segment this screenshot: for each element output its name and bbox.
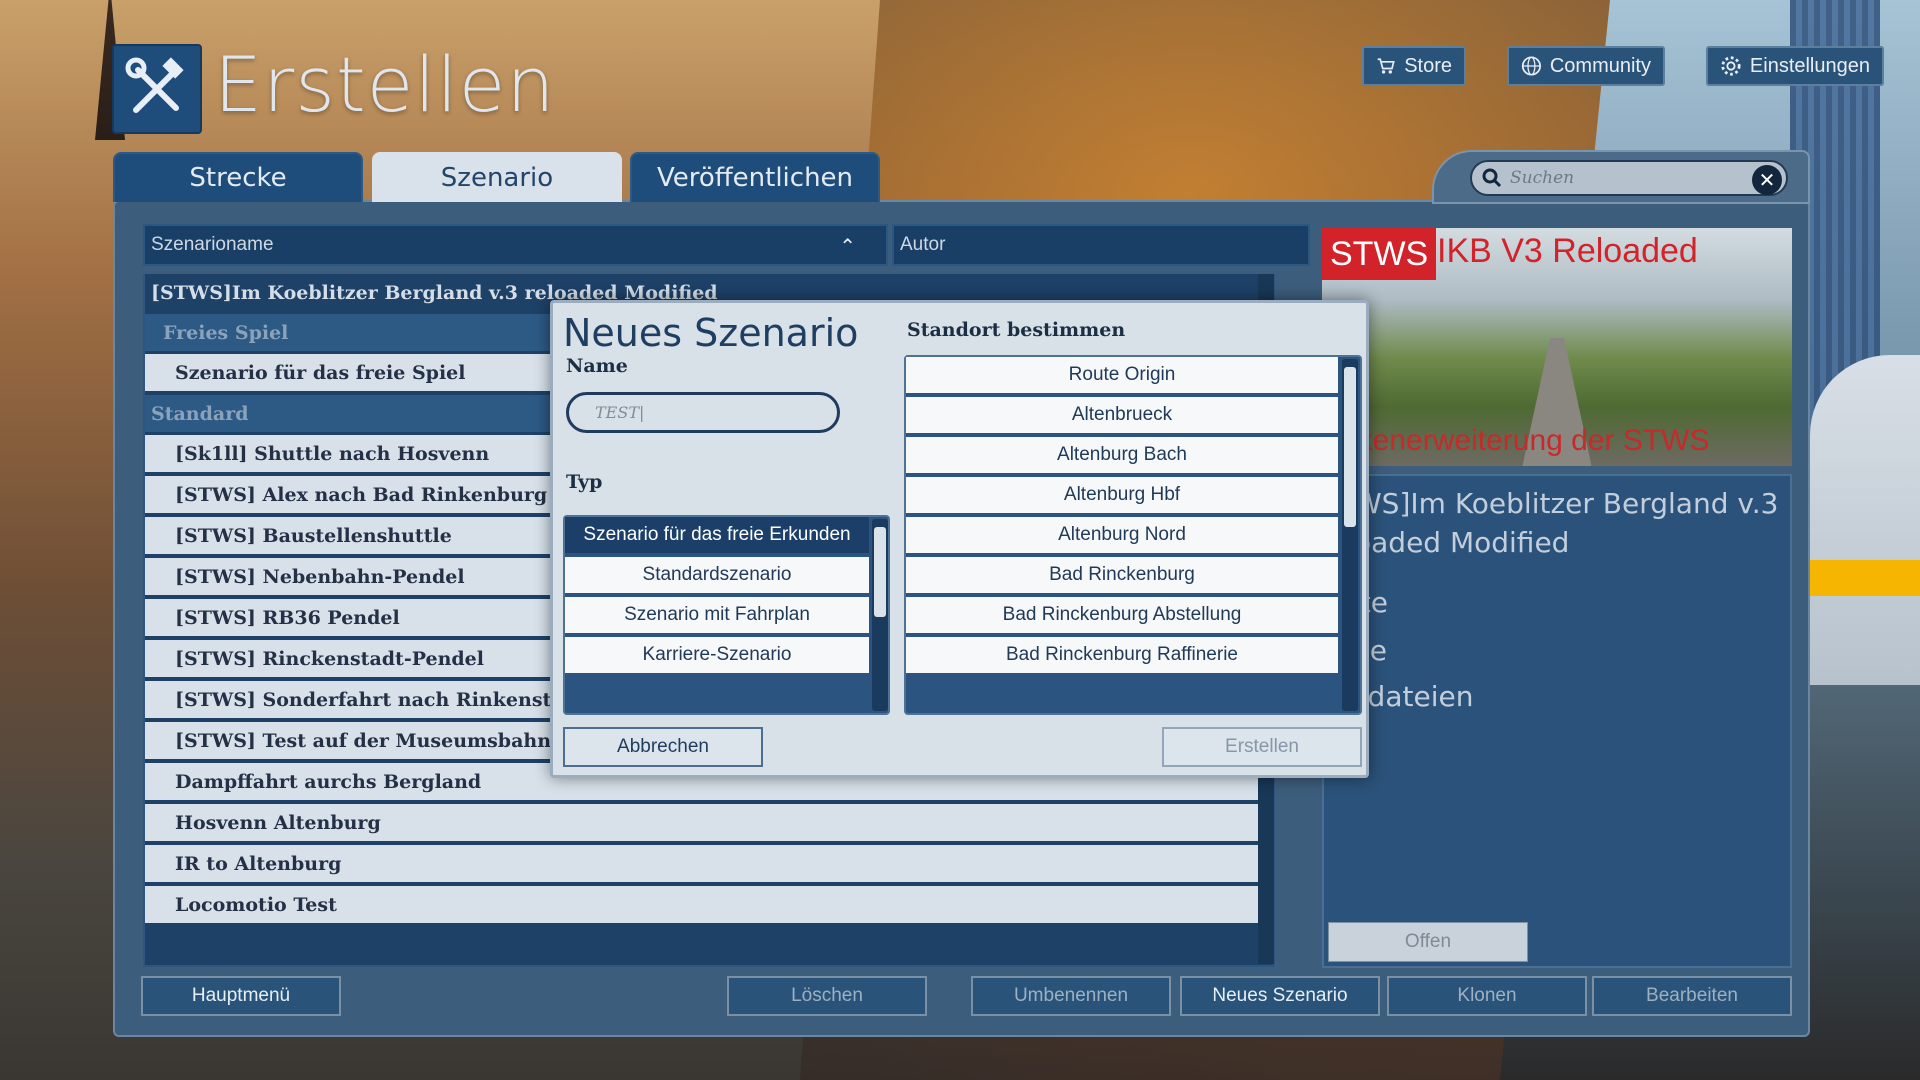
location-item[interactable]: Altenburg Nord xyxy=(906,517,1338,555)
location-item[interactable]: Bad Rinckenburg xyxy=(906,557,1338,595)
location-label: Standort bestimmen xyxy=(907,319,1126,341)
clone-button[interactable]: Klonen xyxy=(1387,976,1587,1016)
tab-veroeffentlichen[interactable]: Veröffentlichen xyxy=(630,152,880,202)
edit-button[interactable]: Bearbeiten xyxy=(1592,976,1792,1016)
settings-label: Einstellungen xyxy=(1749,54,1870,77)
tools-icon xyxy=(125,57,184,113)
list-item[interactable]: IR to Altenburg xyxy=(145,845,1258,884)
preview-subtitle: eckenerweiterung der STWS xyxy=(1326,424,1710,457)
cancel-button[interactable]: Abbrechen xyxy=(563,727,763,767)
store-button[interactable]: Store xyxy=(1362,46,1466,86)
column-name-label: Szenarioname xyxy=(151,234,274,255)
globe-icon xyxy=(1521,56,1541,76)
gear-icon xyxy=(1721,56,1741,76)
background-train xyxy=(1810,355,1920,685)
location-item[interactable]: Route Origin xyxy=(906,357,1338,395)
type-list: Szenario für das freie Erkunden Standard… xyxy=(563,515,890,715)
name-input[interactable]: TEST| xyxy=(566,392,840,433)
column-header-author[interactable]: Autor xyxy=(892,224,1310,266)
preview-title: IKB V3 Reloaded xyxy=(1437,232,1698,270)
name-label: Name xyxy=(566,355,628,377)
search-placeholder: Suchen xyxy=(1510,168,1575,188)
search-input[interactable]: Suchen ✕ xyxy=(1470,160,1788,196)
cart-icon xyxy=(1377,58,1395,74)
close-icon[interactable]: ✕ xyxy=(1752,165,1782,195)
type-list-scrollbar[interactable] xyxy=(872,519,888,711)
offen-button[interactable]: Offen xyxy=(1328,922,1528,962)
tab-strecke[interactable]: Strecke xyxy=(113,152,363,202)
background-train-stripe xyxy=(1810,560,1920,596)
type-item[interactable]: Standardszenario xyxy=(565,557,869,595)
dialog-title: Neues Szenario xyxy=(563,311,859,355)
location-list-scroll-thumb[interactable] xyxy=(1344,367,1356,527)
type-label: Typ xyxy=(566,471,603,493)
new-scenario-dialog: Neues Szenario Name TEST| Typ Szenario f… xyxy=(550,300,1369,778)
type-list-scroll-thumb[interactable] xyxy=(874,527,886,617)
rename-button[interactable]: Umbenennen xyxy=(971,976,1171,1016)
details-title: WS]Im Koeblitzer Bergland v.3 oaded Modi… xyxy=(1354,487,1779,559)
location-item[interactable]: Bad Rinckenburg Abstellung xyxy=(906,597,1338,635)
location-item[interactable]: Altenburg Bach xyxy=(906,437,1338,475)
type-item[interactable]: Szenario für das freie Erkunden xyxy=(565,517,869,555)
tab-szenario[interactable]: Szenario xyxy=(372,152,622,202)
new-scenario-button[interactable]: Neues Szenario xyxy=(1180,976,1380,1016)
delete-button[interactable]: Löschen xyxy=(727,976,927,1016)
app-logo xyxy=(112,44,202,134)
chevron-up-icon: ⌃ xyxy=(839,236,856,258)
location-list: Route Origin Altenbrueck Altenburg Bach … xyxy=(904,355,1362,715)
type-item[interactable]: Karriere-Szenario xyxy=(565,637,869,675)
location-item[interactable]: Altenbrueck xyxy=(906,397,1338,435)
store-label: Store xyxy=(1404,54,1452,77)
list-item[interactable]: Hosvenn Altenburg xyxy=(145,804,1258,843)
column-header-name[interactable]: Szenarioname ⌃ xyxy=(143,224,888,266)
route-preview-image: STWS IKB V3 Reloaded eckenerweiterung de… xyxy=(1322,228,1792,466)
settings-button[interactable]: Einstellungen xyxy=(1706,46,1884,86)
location-item[interactable]: Bad Rinckenburg Raffinerie xyxy=(906,637,1338,675)
details-panel: WS]Im Koeblitzer Bergland v.3 oaded Modi… xyxy=(1322,474,1792,968)
location-list-scrollbar[interactable] xyxy=(1342,359,1358,711)
search-icon xyxy=(1482,168,1502,188)
community-button[interactable]: Community xyxy=(1507,46,1665,86)
details-link[interactable]: lldateien xyxy=(1352,680,1473,713)
community-label: Community xyxy=(1549,54,1651,77)
preview-badge: STWS xyxy=(1322,228,1437,280)
location-item[interactable]: Altenburg Hbf xyxy=(906,477,1338,515)
create-button[interactable]: Erstellen xyxy=(1162,727,1362,767)
page-title: Erstellen xyxy=(214,40,556,129)
main-menu-button[interactable]: Hauptmenü xyxy=(141,976,341,1016)
list-item[interactable]: Locomotio Test xyxy=(145,886,1258,925)
type-item[interactable]: Szenario mit Fahrplan xyxy=(565,597,869,635)
